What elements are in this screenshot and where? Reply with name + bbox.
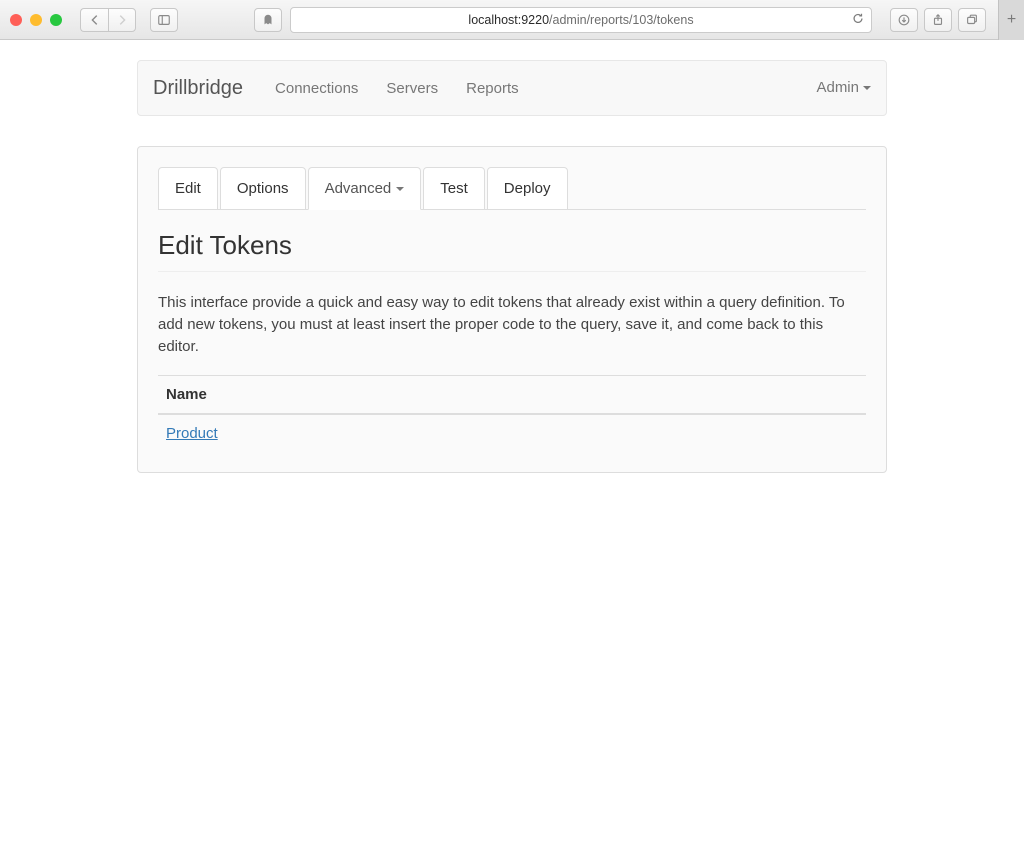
sidebar-toggle-button[interactable] bbox=[150, 8, 178, 32]
nav-right: Admin bbox=[816, 79, 871, 97]
tab-deploy-label: Deploy bbox=[504, 180, 551, 197]
minimize-window-icon[interactable] bbox=[30, 14, 42, 26]
main-panel: Edit Options Advanced Test Deploy bbox=[137, 146, 887, 473]
tabs-icon bbox=[965, 13, 979, 27]
tab-advanced[interactable]: Advanced bbox=[308, 167, 422, 210]
col-name: Name bbox=[158, 376, 866, 415]
tab-test-label: Test bbox=[440, 180, 468, 197]
window-controls bbox=[10, 14, 62, 26]
table-row: Product bbox=[158, 414, 866, 452]
chevron-down-icon bbox=[863, 86, 871, 90]
nav-reports[interactable]: Reports bbox=[452, 62, 533, 115]
address-bar[interactable]: localhost:9220/admin/reports/103/tokens bbox=[290, 7, 872, 33]
admin-menu[interactable]: Admin bbox=[816, 79, 871, 96]
nav-links: Connections Servers Reports bbox=[261, 62, 533, 115]
right-toolbar bbox=[890, 8, 986, 32]
downloads-button[interactable] bbox=[890, 8, 918, 32]
url-text: localhost:9220/admin/reports/103/tokens bbox=[468, 13, 693, 27]
tab-bar: Edit Options Advanced Test Deploy bbox=[158, 167, 866, 210]
page-title: Edit Tokens bbox=[158, 230, 866, 272]
plus-icon: + bbox=[1007, 11, 1016, 29]
forward-button[interactable] bbox=[108, 8, 136, 32]
close-window-icon[interactable] bbox=[10, 14, 22, 26]
tab-test[interactable]: Test bbox=[423, 167, 485, 210]
chevron-left-icon bbox=[88, 13, 102, 27]
section-lead: This interface provide a quick and easy … bbox=[158, 292, 866, 357]
chevron-right-icon bbox=[115, 13, 129, 27]
page-body: Drillbridge Connections Servers Reports … bbox=[0, 40, 1024, 493]
tabs-button[interactable] bbox=[958, 8, 986, 32]
download-icon bbox=[897, 13, 911, 27]
share-button[interactable] bbox=[924, 8, 952, 32]
app-navbar: Drillbridge Connections Servers Reports … bbox=[137, 60, 887, 116]
reload-button[interactable] bbox=[851, 11, 865, 28]
tab-options[interactable]: Options bbox=[220, 167, 306, 210]
chevron-down-icon bbox=[396, 187, 404, 191]
tab-deploy[interactable]: Deploy bbox=[487, 167, 568, 210]
tab-options-label: Options bbox=[237, 180, 289, 197]
share-icon bbox=[931, 13, 945, 27]
tab-edit-label: Edit bbox=[175, 180, 201, 197]
admin-label: Admin bbox=[816, 79, 859, 96]
nav-buttons bbox=[80, 8, 136, 32]
browser-toolbar: localhost:9220/admin/reports/103/tokens bbox=[0, 0, 1024, 40]
url-host: localhost:9220 bbox=[468, 13, 549, 27]
token-link[interactable]: Product bbox=[166, 425, 218, 442]
tab-edit[interactable]: Edit bbox=[158, 167, 218, 210]
maximize-window-icon[interactable] bbox=[50, 14, 62, 26]
sidebar-icon bbox=[157, 13, 171, 27]
reload-icon bbox=[851, 11, 865, 25]
reader-button[interactable] bbox=[254, 8, 282, 32]
new-tab-button[interactable]: + bbox=[998, 0, 1024, 40]
tab-advanced-label: Advanced bbox=[325, 180, 392, 197]
nav-servers[interactable]: Servers bbox=[372, 62, 452, 115]
nav-connections[interactable]: Connections bbox=[261, 62, 372, 115]
back-button[interactable] bbox=[80, 8, 108, 32]
tokens-table: Name Product bbox=[158, 375, 866, 452]
brand[interactable]: Drillbridge bbox=[153, 77, 243, 100]
ghost-icon bbox=[261, 13, 275, 27]
url-path: /admin/reports/103/tokens bbox=[549, 13, 694, 27]
